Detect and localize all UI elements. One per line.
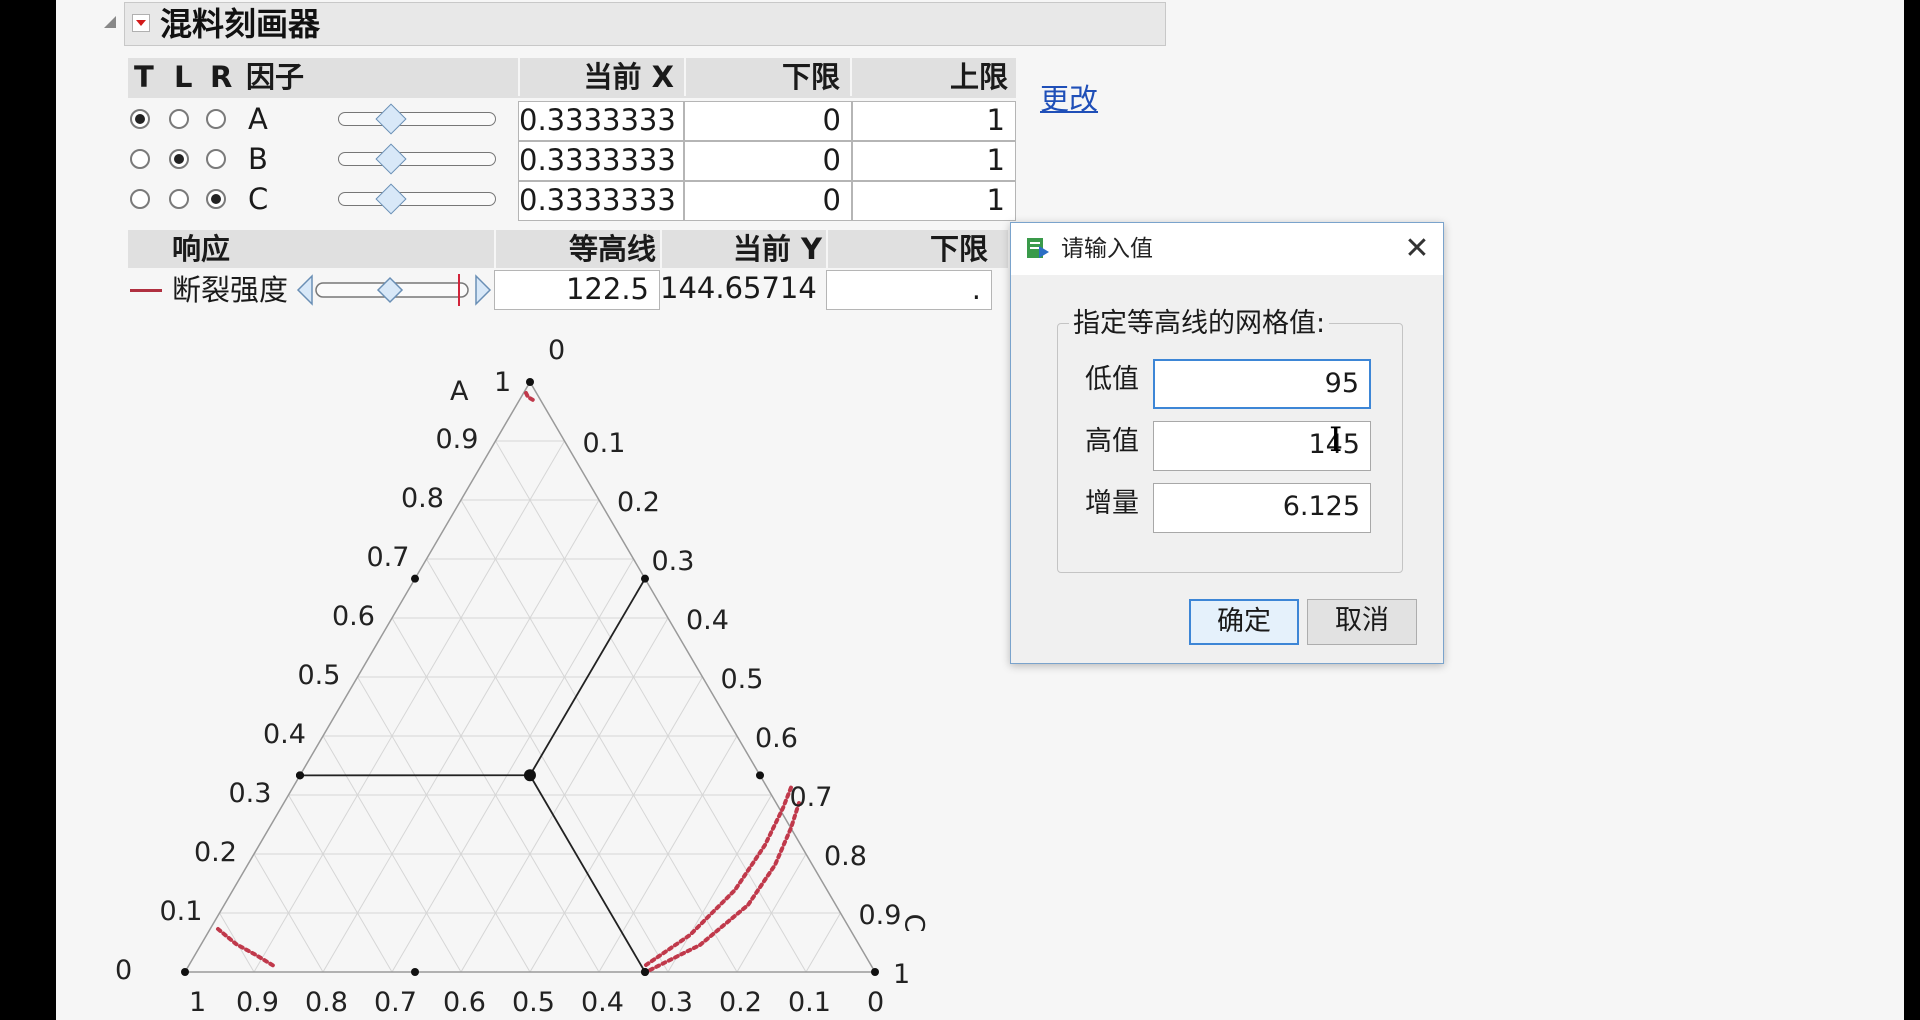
- tick-bottom: 0.8: [305, 987, 348, 1018]
- grid-line-c: [529, 676, 703, 973]
- ternary-apex-label: A: [450, 376, 469, 407]
- grid-line-b: [357, 676, 531, 973]
- grid-line-b: [495, 440, 807, 973]
- tick-bottom: 0.5: [512, 987, 555, 1018]
- vertex-dot: [526, 378, 534, 386]
- tick-right: 0.4: [686, 605, 729, 636]
- grid-line-c: [667, 794, 772, 973]
- tick-left: 0.2: [194, 837, 237, 868]
- change-link[interactable]: 更改: [1040, 76, 1098, 118]
- right-black-border: [1904, 0, 1920, 1020]
- tick-left: 0.5: [297, 660, 341, 691]
- vertex-dot: [641, 574, 649, 583]
- tick-bottom: 0.2: [719, 987, 762, 1018]
- grid-line-c: [805, 912, 841, 973]
- tick-left: 0: [115, 955, 133, 986]
- jmp-app-icon: [1027, 238, 1049, 258]
- low-value-label: 低值: [1085, 364, 1139, 395]
- tick-right: 0.2: [617, 487, 660, 518]
- cancel-button[interactable]: 取消: [1307, 599, 1417, 645]
- tick-left: 0.4: [263, 719, 306, 750]
- tick-right: 0.1: [582, 428, 626, 459]
- vertex-dot: [295, 771, 304, 780]
- tick-bottom: 0.1: [788, 987, 831, 1018]
- tick-right: 0.8: [824, 841, 867, 872]
- low-value-input[interactable]: 95: [1153, 359, 1371, 409]
- tick-right: 0.7: [789, 782, 833, 813]
- vertex-dot: [871, 968, 879, 976]
- vertex-dot: [411, 574, 419, 583]
- tick-bottom: 0.9: [236, 987, 279, 1018]
- tick-bottom: 0.4: [581, 987, 624, 1018]
- increment-label: 增量: [1085, 488, 1139, 519]
- ternary-right-label: C: [898, 913, 930, 933]
- ternary-apex-value: 1: [494, 367, 512, 398]
- tick-bottom: 1: [189, 987, 207, 1018]
- tick-bottom: 0.6: [443, 987, 486, 1018]
- vertex-dot: [756, 771, 764, 780]
- dialog-title: 请输入值: [1061, 236, 1153, 262]
- contour-right-2: [648, 801, 801, 972]
- tick-bottom: 0.3: [650, 987, 693, 1018]
- tick-right: 0: [548, 335, 566, 366]
- contour-top: [524, 391, 535, 402]
- vertex-dot: [181, 968, 189, 976]
- tick-right: 0.9: [858, 900, 902, 931]
- current-point-marker: [523, 769, 536, 782]
- tick-left: 0.7: [366, 542, 410, 573]
- tick-left: 0.6: [332, 601, 375, 632]
- input-dialog: 请输入值 ✕ 指定等高线的网格值: 低值 95 高值 145 增量 6.125 …: [1010, 222, 1444, 664]
- ok-button[interactable]: 确定: [1189, 599, 1299, 645]
- tick-right: 1: [893, 959, 911, 990]
- group-caption: 指定等高线的网格值:: [1069, 307, 1330, 341]
- grid-line-c: [253, 440, 565, 973]
- vertex-dot: [411, 968, 419, 976]
- tick-bottom: 0.7: [374, 987, 417, 1018]
- tick-bottom: 0: [867, 987, 885, 1018]
- high-value-label: 高值: [1085, 426, 1139, 457]
- grid-line-b: [288, 794, 393, 973]
- contour-bottom-left: [216, 927, 276, 968]
- tick-left: 0.3: [228, 778, 272, 809]
- grid-line-c: [391, 558, 634, 973]
- vertex-dot: [641, 968, 650, 976]
- tick-left: 0.8: [401, 483, 444, 514]
- text-cursor-icon: I: [1329, 420, 1343, 460]
- grid-line-b: [426, 558, 669, 973]
- increment-input[interactable]: 6.125: [1153, 483, 1371, 533]
- tick-right: 0.3: [651, 546, 695, 577]
- tick-right: 0.6: [755, 723, 798, 754]
- close-icon[interactable]: ✕: [1401, 233, 1433, 265]
- tick-left: 0.1: [159, 896, 203, 927]
- tick-right: 0.5: [720, 664, 764, 695]
- tick-left: 0.9: [435, 424, 479, 455]
